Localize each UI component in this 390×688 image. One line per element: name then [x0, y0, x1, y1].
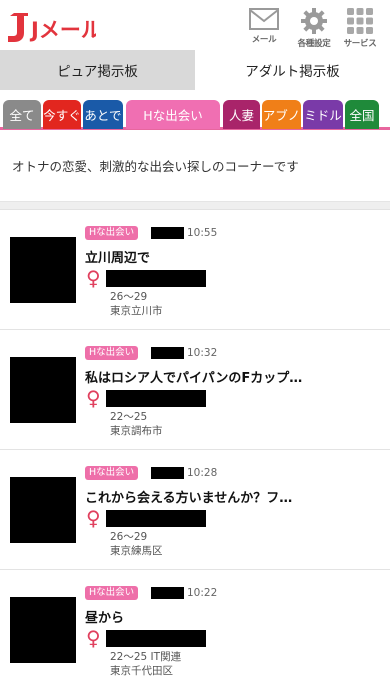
female-icon: ♀: [86, 506, 101, 530]
female-icon: ♀: [86, 386, 101, 410]
section-divider: [0, 202, 390, 210]
redacted-username: [106, 630, 206, 647]
post-avatar-redacted[interactable]: [10, 597, 76, 663]
post-area: 東京調布市: [110, 425, 163, 437]
redacted-name: [151, 587, 184, 599]
board-tabs: ピュア掲示板 アダルト掲示板: [0, 50, 390, 90]
category-all[interactable]: 全て: [3, 100, 41, 129]
post-time: 10:22: [187, 587, 218, 599]
post-age: 22～25 IT関連: [110, 651, 182, 663]
settings-label: 各種設定: [297, 39, 331, 49]
redacted-name: [151, 227, 184, 239]
category-badge: Hな出会い: [85, 226, 139, 240]
tab-adult-board[interactable]: アダルト掲示板: [195, 50, 390, 90]
service-label: サービス: [343, 39, 377, 49]
post-time: 10:32: [187, 347, 218, 359]
post-avatar-redacted[interactable]: [10, 357, 76, 423]
post-area: 東京立川市: [110, 305, 163, 317]
category-h-encounter[interactable]: Hな出会い: [126, 100, 220, 129]
post-list: Hな出会い 10:55 立川周辺で ♀ 26～29 東京立川市 Hな出会い 10…: [0, 210, 390, 688]
category-abnormal[interactable]: アブノ: [262, 100, 301, 129]
post-area: 東京練馬区: [110, 545, 163, 557]
category-middle[interactable]: ミドル: [303, 100, 343, 129]
female-icon: ♀: [86, 626, 101, 650]
category-tabs: 全て 今すぐ あとで Hな出会い 人妻 アブノ ミドル 全国: [0, 90, 390, 130]
category-nationwide[interactable]: 全国: [345, 100, 379, 129]
post-avatar-redacted[interactable]: [10, 237, 76, 303]
gear-icon: [301, 8, 327, 34]
redacted-username: [106, 510, 206, 527]
post-row[interactable]: Hな出会い 10:28 これから会える方いませんか？フ… ♀ 26～29 東京練…: [0, 450, 390, 570]
post-age: 22～25: [110, 411, 148, 423]
post-title[interactable]: これから会える方いませんか？フ…: [85, 487, 292, 506]
mail-button[interactable]: メール: [240, 7, 288, 45]
redacted-username: [106, 270, 206, 287]
category-married[interactable]: 人妻: [223, 100, 260, 129]
post-row[interactable]: Hな出会い 10:32 私はロシア人でパイパンのFカップ… ♀ 22～25 東京…: [0, 330, 390, 450]
mail-label: メール: [251, 35, 277, 45]
jmail-logo[interactable]: Jメール: [6, 11, 96, 43]
post-row[interactable]: Hな出会い 10:22 昼から ♀ 22～25 IT関連 東京千代田区: [0, 570, 390, 688]
mail-icon: [249, 8, 279, 30]
tab-pure-board[interactable]: ピュア掲示板: [0, 50, 195, 90]
post-title[interactable]: 立川周辺で: [85, 247, 150, 266]
redacted-name: [151, 467, 184, 479]
post-time: 10:28: [187, 467, 218, 479]
female-icon: ♀: [86, 266, 101, 290]
app-header: Jメール メール 各種設定 サービス: [0, 0, 390, 50]
settings-button[interactable]: 各種設定: [290, 7, 338, 49]
board-description: オトナの恋愛、刺激的な出会い探しのコーナーです: [0, 130, 390, 202]
category-badge: Hな出会い: [85, 346, 139, 360]
post-age: 26～29: [110, 291, 148, 303]
grid-icon: [347, 8, 373, 34]
post-age: 26～29: [110, 531, 148, 543]
post-area: 東京千代田区: [110, 665, 173, 677]
redacted-name: [151, 347, 184, 359]
service-button[interactable]: サービス: [336, 7, 384, 49]
post-avatar-redacted[interactable]: [10, 477, 76, 543]
post-title[interactable]: 私はロシア人でパイパンのFカップ…: [85, 367, 302, 386]
post-title[interactable]: 昼から: [85, 607, 124, 626]
post-time: 10:55: [187, 227, 218, 239]
category-later[interactable]: あとで: [83, 100, 123, 129]
redacted-username: [106, 390, 206, 407]
post-row[interactable]: Hな出会い 10:55 立川周辺で ♀ 26～29 東京立川市: [0, 210, 390, 330]
category-badge: Hな出会い: [85, 586, 139, 600]
category-now[interactable]: 今すぐ: [43, 100, 81, 129]
logo-text: Jメール: [29, 18, 96, 42]
category-badge: Hな出会い: [85, 466, 139, 480]
